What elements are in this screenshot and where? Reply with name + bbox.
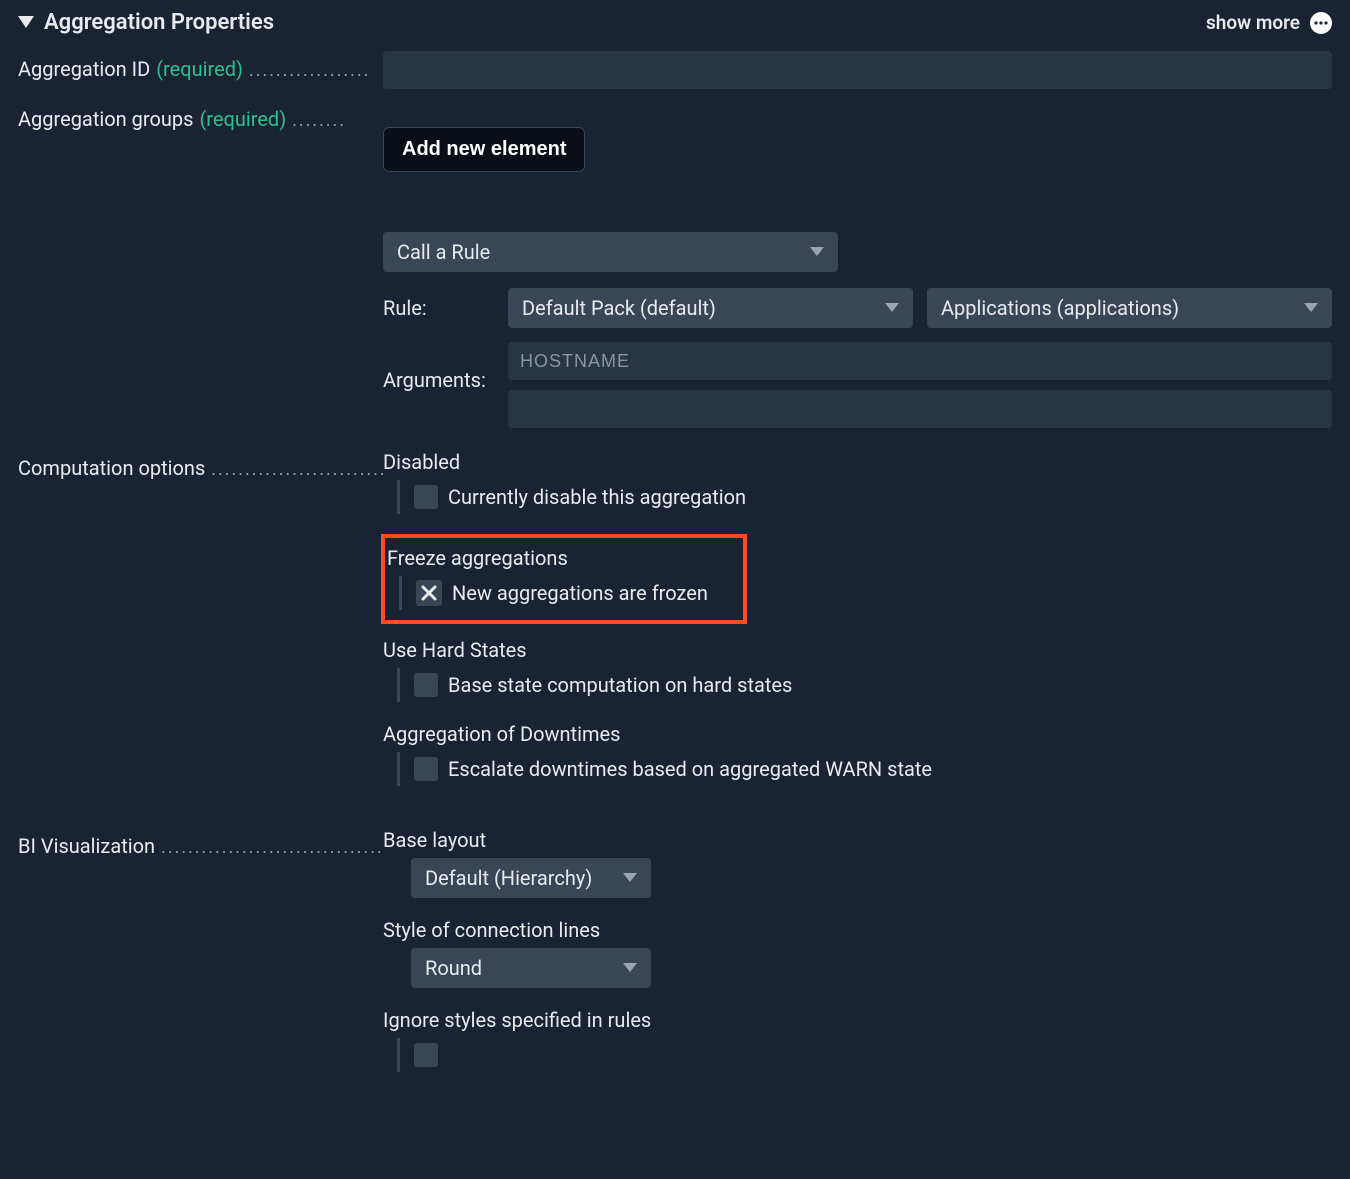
downtimes-title: Aggregation of Downtimes <box>383 722 1332 746</box>
disabled-title: Disabled <box>383 450 1332 474</box>
computation-options-label: Computation options <box>18 456 205 480</box>
call-rule-select[interactable]: Call a Rule <box>383 232 838 272</box>
row-aggregation-id: Aggregation ID (required) ..............… <box>18 51 1332 89</box>
hard-states-sub-label: Base state computation on hard states <box>448 673 792 697</box>
rule-app-select[interactable]: Applications (applications) <box>927 288 1332 328</box>
row-computation-options: Computation options ....................… <box>18 450 1332 806</box>
base-layout-title: Base layout <box>383 828 1332 852</box>
row-call-rule: Call a Rule Rule: Default Pack (default) <box>18 232 1332 428</box>
freeze-highlight-box: Freeze aggregations New aggregations are… <box>381 534 747 624</box>
label-dots: ........................................… <box>161 837 383 858</box>
show-more-group[interactable]: show more <box>1206 11 1332 34</box>
label-dots: .................................. <box>211 459 383 480</box>
row-aggregation-groups: Aggregation groups (required) ........ A… <box>18 101 1332 172</box>
panel-title: Aggregation Properties <box>44 10 274 35</box>
chevron-down-icon <box>885 303 899 313</box>
collapse-triangle-icon[interactable] <box>18 16 34 30</box>
chevron-down-icon <box>623 873 637 883</box>
aggregation-id-input[interactable] <box>383 51 1332 89</box>
option-base-layout: Base layout Default (Hierarchy) <box>383 828 1332 898</box>
chevron-down-icon <box>623 963 637 973</box>
style-lines-title: Style of connection lines <box>383 918 1332 942</box>
option-style-lines: Style of connection lines Round <box>383 918 1332 988</box>
freeze-title: Freeze aggregations <box>385 546 733 570</box>
style-lines-select[interactable]: Round <box>411 948 651 988</box>
option-downtimes: Aggregation of Downtimes Escalate downti… <box>383 722 1332 786</box>
rule-app-value: Applications (applications) <box>941 296 1179 320</box>
option-disabled: Disabled Currently disable this aggregat… <box>383 450 1332 514</box>
hard-states-title: Use Hard States <box>383 638 1332 662</box>
add-new-element-button[interactable]: Add new element <box>383 127 585 172</box>
rule-label: Rule: <box>383 296 508 320</box>
arguments-label: Arguments: <box>383 342 508 392</box>
ignore-styles-title: Ignore styles specified in rules <box>383 1008 1332 1032</box>
chevron-down-icon <box>810 247 824 257</box>
ignore-styles-checkbox[interactable] <box>414 1043 438 1067</box>
style-lines-value: Round <box>425 956 482 980</box>
required-tag: (required) <box>156 57 243 81</box>
rule-pack-value: Default Pack (default) <box>522 296 716 320</box>
call-rule-select-value: Call a Rule <box>397 240 490 264</box>
freeze-checkbox[interactable] <box>416 580 442 606</box>
aggregation-id-label: Aggregation ID <box>18 57 150 81</box>
aggregation-groups-label: Aggregation groups <box>18 107 193 131</box>
option-hard-states: Use Hard States Base state computation o… <box>383 638 1332 702</box>
panel-header: Aggregation Properties show more <box>0 0 1350 45</box>
label-dots: ........ <box>292 110 383 131</box>
chevron-down-icon <box>1304 303 1318 313</box>
base-layout-value: Default (Hierarchy) <box>425 866 592 890</box>
hard-states-checkbox[interactable] <box>414 673 438 697</box>
bi-visualization-label: BI Visualization <box>18 834 155 858</box>
downtimes-checkbox[interactable] <box>414 757 438 781</box>
disabled-checkbox[interactable] <box>414 485 438 509</box>
argument-input-1[interactable] <box>508 342 1332 380</box>
option-ignore-styles: Ignore styles specified in rules <box>383 1008 1332 1072</box>
downtimes-sub-label: Escalate downtimes based on aggregated W… <box>448 757 932 781</box>
more-icon[interactable] <box>1310 12 1332 34</box>
show-more-label: show more <box>1206 11 1300 34</box>
panel-title-group[interactable]: Aggregation Properties <box>18 10 274 35</box>
argument-input-2[interactable] <box>508 390 1332 428</box>
required-tag: (required) <box>199 107 286 131</box>
row-bi-visualization: BI Visualization .......................… <box>18 828 1332 1092</box>
base-layout-select[interactable]: Default (Hierarchy) <box>411 858 651 898</box>
rule-pack-select[interactable]: Default Pack (default) <box>508 288 913 328</box>
disabled-sub-label: Currently disable this aggregation <box>448 485 746 509</box>
label-dots: .................. <box>249 60 383 81</box>
freeze-sub-label: New aggregations are frozen <box>452 581 708 605</box>
